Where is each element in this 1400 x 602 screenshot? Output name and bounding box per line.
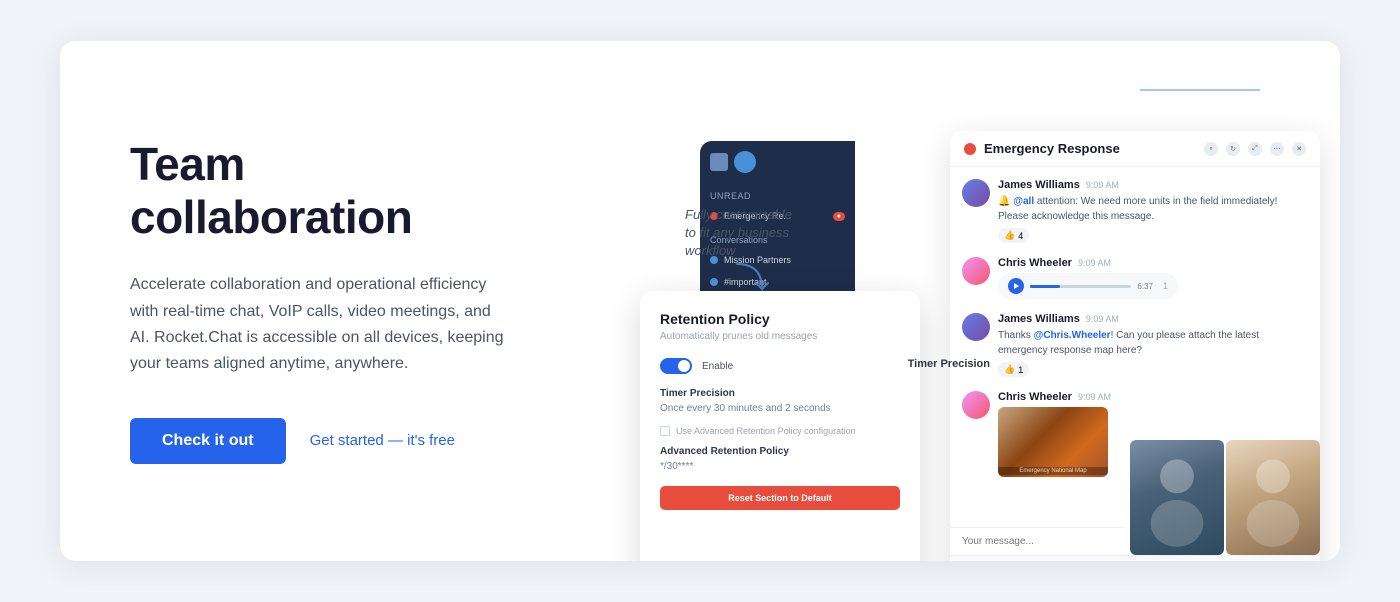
sidebar-avatar: [734, 151, 756, 173]
message-text-1: 🔔 @all attention: We need more units in …: [998, 194, 1308, 224]
message-reaction-1[interactable]: 👍 4: [998, 228, 1029, 243]
avatar-chris-1: [962, 257, 990, 285]
avatar-james-1: [962, 179, 990, 207]
message-time-4: 9:09 AM: [1078, 392, 1111, 402]
emergency-icon: [964, 143, 976, 155]
right-visuals: Fully customizableto fit any businesswor…: [580, 41, 1340, 561]
message-reaction-3[interactable]: 👍 1: [998, 362, 1029, 377]
chat-title: Emergency Response: [984, 141, 1196, 156]
chat-action-icon-2[interactable]: ↻: [1226, 142, 1240, 156]
advanced-policy-label: Advanced Retention Policy: [660, 446, 900, 457]
audio-duration: 6:37: [1137, 282, 1153, 291]
chat-action-icon-1[interactable]: ⚬: [1204, 142, 1218, 156]
sidebar-header: [700, 141, 855, 183]
chat-message-3: James Williams 9:09 AM Thanks @Chris.Whe…: [962, 313, 1308, 377]
sidebar-unread-label: Unread: [700, 183, 855, 205]
video-tile-person-1: [1130, 440, 1224, 555]
chat-action-icon-5[interactable]: ✕: [1292, 142, 1306, 156]
secure-video-bar: Secure video 🎤 📷 ✕: [950, 555, 1320, 561]
curved-arrow-icon: [732, 259, 772, 299]
retention-subtitle: Automatically prunes old messages: [660, 331, 900, 342]
check-it-out-button[interactable]: Check it out: [130, 418, 286, 464]
timer-precision-value: Once every 30 minutes and 2 seconds: [660, 403, 900, 414]
message-content-2: Chris Wheeler 9:09 AM 6:37 1: [998, 257, 1308, 299]
message-image-4: [998, 407, 1108, 477]
chat-action-icon-4[interactable]: ⋯: [1270, 142, 1284, 156]
advanced-policy-row: Use Advanced Retention Policy configurat…: [660, 426, 900, 436]
chat-input-area: [950, 527, 1125, 555]
advanced-policy-value: */30****: [660, 461, 900, 472]
message-time-2: 9:09 AM: [1078, 258, 1111, 268]
chat-input[interactable]: [962, 536, 1113, 547]
sidebar-dot-blue2: [710, 278, 718, 286]
sidebar-item-important[interactable]: #important: [700, 271, 855, 293]
message-name-4: Chris Wheeler: [998, 391, 1072, 403]
timer-precision-badge: Timer Precision: [908, 358, 990, 370]
main-card: Team collaboration Accelerate collaborat…: [60, 41, 1340, 561]
message-name-3: James Williams: [998, 313, 1080, 325]
message-name-1: James Williams: [998, 179, 1080, 191]
chat-header-actions: ⚬ ↻ ⤢ ⋯ ✕: [1204, 142, 1306, 156]
chat-action-icon-3[interactable]: ⤢: [1248, 142, 1262, 156]
chat-message-2: Chris Wheeler 9:09 AM 6:37 1: [962, 257, 1308, 299]
cta-row: Check it out Get started — it's free: [130, 418, 520, 464]
left-content: Team collaboration Accelerate collaborat…: [60, 78, 580, 523]
chat-header: Emergency Response ⚬ ↻ ⤢ ⋯ ✕: [950, 131, 1320, 167]
message-name-2: Chris Wheeler: [998, 257, 1072, 269]
message-header-4: Chris Wheeler 9:09 AM: [998, 391, 1308, 403]
message-header-1: James Williams 9:09 AM: [998, 179, 1308, 191]
toggle-label: Enable: [702, 361, 733, 372]
person-silhouette-1: [1130, 440, 1224, 555]
timer-precision-label: Timer Precision: [660, 388, 900, 399]
video-overlay: [1130, 440, 1320, 555]
message-header-2: Chris Wheeler 9:09 AM: [998, 257, 1308, 269]
avatar-james-2: [962, 313, 990, 341]
video-tile-person-2: [1226, 440, 1320, 555]
message-text-3: Thanks @Chris.Wheeler! Can you please at…: [998, 328, 1308, 358]
retention-toggle-row: Enable Timer Precision: [660, 358, 900, 374]
retention-policy-panel: Retention Policy Automatically prunes ol…: [640, 291, 920, 561]
page-wrapper: Team collaboration Accelerate collaborat…: [0, 0, 1400, 602]
advanced-policy-checkbox[interactable]: [660, 426, 670, 436]
message-content-1: James Williams 9:09 AM 🔔 @all attention:…: [998, 179, 1308, 243]
message-time-1: 9:09 AM: [1086, 180, 1119, 190]
play-button[interactable]: [1008, 278, 1024, 294]
retention-toggle[interactable]: [660, 358, 692, 374]
page-description: Accelerate collaboration and operational…: [130, 272, 510, 378]
chat-panel: Emergency Response ⚬ ↻ ⤢ ⋯ ✕: [950, 131, 1320, 561]
audio-reaction-count: 1: [1163, 281, 1168, 291]
page-title: Team collaboration: [130, 138, 520, 244]
message-time-3: 9:09 AM: [1086, 314, 1119, 324]
message-content-3: James Williams 9:09 AM Thanks @Chris.Whe…: [998, 313, 1308, 377]
reset-section-button[interactable]: Reset Section to Default: [660, 486, 900, 510]
get-started-link[interactable]: Get started — it's free: [310, 432, 455, 449]
message-header-3: James Williams 9:09 AM: [998, 313, 1308, 325]
person-silhouette-2: [1226, 440, 1320, 555]
sidebar-logo-icon: [710, 153, 728, 171]
avatar-chris-2: [962, 391, 990, 419]
audio-progress-bar: [1030, 285, 1131, 288]
chat-message-1: James Williams 9:09 AM 🔔 @all attention:…: [962, 179, 1308, 243]
retention-title: Retention Policy: [660, 311, 900, 327]
advanced-policy-checkbox-label: Use Advanced Retention Policy configurat…: [676, 426, 856, 436]
sidebar-badge: ●: [833, 212, 845, 221]
audio-player[interactable]: 6:37 1: [998, 273, 1178, 299]
customizable-label: Fully customizableto fit any businesswor…: [685, 206, 792, 261]
